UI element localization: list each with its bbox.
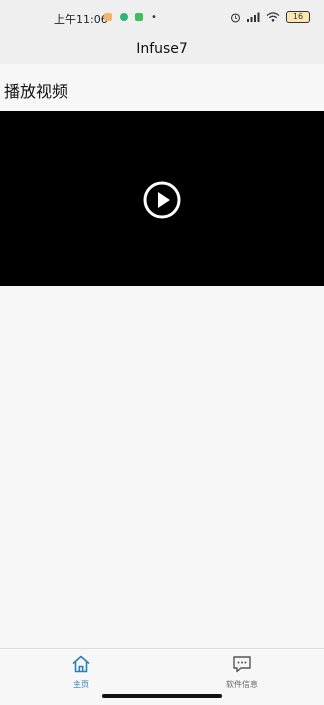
section-title: 播放视频 [4,82,69,101]
navigation-bar: Infuse7 [0,34,324,64]
status-time: 上午11:06 [54,13,108,26]
tab-home-label: 主页 [73,680,89,689]
play-button[interactable] [143,181,181,219]
tab-software-info-label: 软件信息 [226,680,258,689]
battery-icon: 16 [286,11,310,23]
more-notifications-dot: • [151,12,157,23]
wifi-icon [266,12,280,22]
status-bar: 上午11:06 • 16 [0,0,324,34]
alarm-icon [231,12,240,22]
page-title: Infuse7 [136,41,188,57]
home-icon [72,655,90,673]
app-notification-icon [135,13,143,21]
tab-software-info[interactable]: 软件信息 [202,655,282,690]
tab-home[interactable]: 主页 [41,655,121,690]
message-icon [233,656,251,673]
signal-icon [247,12,260,22]
home-indicator[interactable] [102,694,222,698]
shield-notification-icon [120,13,128,21]
status-icons: 16 [230,11,310,23]
play-icon [143,181,181,219]
chat-notification-icon [104,13,112,21]
